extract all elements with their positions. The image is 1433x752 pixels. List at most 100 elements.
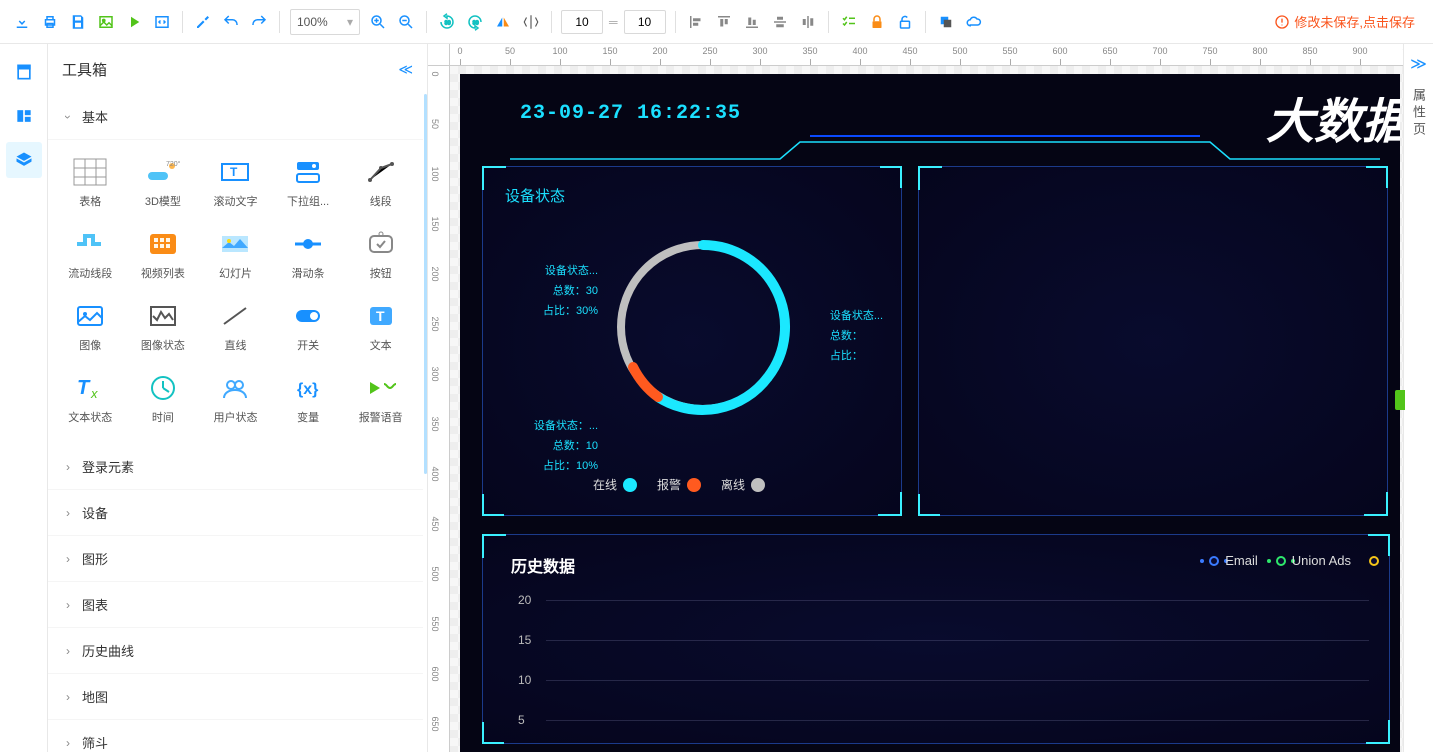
widget-icon xyxy=(218,227,252,261)
widget-文本状态[interactable]: Tx文本状态 xyxy=(54,362,127,434)
category-map[interactable]: ›地图 xyxy=(48,674,423,720)
widget-label: 直线 xyxy=(224,337,246,353)
widget-label: 滑动条 xyxy=(292,265,325,281)
align-center-v-icon[interactable] xyxy=(794,8,822,36)
width-input[interactable] xyxy=(561,10,603,34)
widget-icon xyxy=(364,371,398,405)
widget-图像状态[interactable]: 图像状态 xyxy=(127,290,200,362)
widget-icon xyxy=(364,227,398,261)
category-login[interactable]: ›登录元素 xyxy=(48,444,423,490)
widget-报警语音[interactable]: 报警语音 xyxy=(344,362,417,434)
canvas-inner[interactable]: 23-09-27 16:22:35 大数据 设备状态 设备状态...总数：30占… xyxy=(450,66,1403,752)
undo-icon[interactable] xyxy=(217,8,245,36)
widget-icon xyxy=(291,155,325,189)
category-device[interactable]: ›设备 xyxy=(48,490,423,536)
checklist-icon[interactable] xyxy=(835,8,863,36)
zoom-out-icon[interactable] xyxy=(392,8,420,36)
ruler-vertical: 0501001502002503003504004505005506006507… xyxy=(428,66,450,752)
right-tab-handle[interactable] xyxy=(1395,390,1405,410)
flip-v-icon[interactable] xyxy=(517,8,545,36)
widget-用户状态[interactable]: 用户状态 xyxy=(199,362,272,434)
cloud-icon[interactable] xyxy=(960,8,988,36)
brush-icon[interactable] xyxy=(189,8,217,36)
play-icon[interactable] xyxy=(120,8,148,36)
category-shape[interactable]: ›图形 xyxy=(48,536,423,582)
widget-直线[interactable]: 直线 xyxy=(199,290,272,362)
collapse-left-icon[interactable]: ≪ xyxy=(398,61,413,78)
category-more[interactable]: ›筛斗 xyxy=(48,720,423,752)
svg-text:90: 90 xyxy=(473,20,479,26)
save-warning[interactable]: 修改未保存,点击保存 xyxy=(1274,12,1425,31)
widget-icon xyxy=(73,155,107,189)
rotate-ccw-icon[interactable]: 90 xyxy=(433,8,461,36)
widget-label: 下拉组... xyxy=(287,193,329,209)
panel1-title: 设备状态 xyxy=(505,185,565,206)
widget-滑动条[interactable]: 滑动条 xyxy=(272,218,345,290)
widget-幻灯片[interactable]: 幻灯片 xyxy=(199,218,272,290)
print-icon[interactable] xyxy=(36,8,64,36)
ruler-corner xyxy=(428,44,450,66)
image-icon[interactable] xyxy=(92,8,120,36)
dashboard-title: 大数据 xyxy=(1266,82,1400,152)
align-center-h-icon[interactable] xyxy=(766,8,794,36)
widget-按钮[interactable]: 按钮 xyxy=(344,218,417,290)
widget-线段[interactable]: 线段 xyxy=(344,146,417,218)
code-icon[interactable] xyxy=(148,8,176,36)
svg-text:T: T xyxy=(230,165,238,179)
widget-文本[interactable]: T文本 xyxy=(344,290,417,362)
svg-text:720°: 720° xyxy=(166,160,180,168)
widget-icon: 720° xyxy=(146,155,180,189)
widget-视频列表[interactable]: 视频列表 xyxy=(127,218,200,290)
widget-滚动文字[interactable]: T 滚动文字 xyxy=(199,146,272,218)
widget-变量[interactable]: {x}变量 xyxy=(272,362,345,434)
widget-图像[interactable]: 图像 xyxy=(54,290,127,362)
widget-3D模型[interactable]: 720°3D模型 xyxy=(127,146,200,218)
rotate-cw-icon[interactable]: 90 xyxy=(461,8,489,36)
empty-panel[interactable] xyxy=(918,166,1388,516)
history-title: 历史数据 xyxy=(511,553,575,577)
lock-icon[interactable] xyxy=(863,8,891,36)
widget-流动线段[interactable]: 流动线段 xyxy=(54,218,127,290)
category-chart[interactable]: ›图表 xyxy=(48,582,423,628)
layers-icon[interactable] xyxy=(932,8,960,36)
import-icon[interactable] xyxy=(8,8,36,36)
widget-label: 流动线段 xyxy=(68,265,112,281)
save-icon[interactable] xyxy=(64,8,92,36)
widget-label: 滚动文字 xyxy=(213,193,257,209)
design-stage[interactable]: 23-09-27 16:22:35 大数据 设备状态 设备状态...总数：30占… xyxy=(460,74,1400,752)
zoom-in-icon[interactable] xyxy=(364,8,392,36)
widget-开关[interactable]: 开关 xyxy=(272,290,345,362)
widget-下拉组...[interactable]: 下拉组... xyxy=(272,146,345,218)
widget-表格[interactable]: 表格 xyxy=(54,146,127,218)
right-panel-title: 属性页 xyxy=(1409,88,1428,139)
align-top-icon[interactable] xyxy=(710,8,738,36)
category-history[interactable]: ›历史曲线 xyxy=(48,628,423,674)
height-input[interactable] xyxy=(624,10,666,34)
redo-icon[interactable] xyxy=(245,8,273,36)
collapse-right-icon[interactable]: ≫ xyxy=(1410,54,1427,74)
rail-page-icon[interactable] xyxy=(6,54,42,90)
rail-components-icon[interactable] xyxy=(6,142,42,178)
align-left-icon[interactable] xyxy=(682,8,710,36)
widget-icon xyxy=(146,371,180,405)
zoom-select[interactable]: 100%▾ xyxy=(290,9,360,35)
flip-h-icon[interactable] xyxy=(489,8,517,36)
svg-text:{x}: {x} xyxy=(297,381,318,398)
unlock-icon[interactable] xyxy=(891,8,919,36)
rail-layout-icon[interactable] xyxy=(6,98,42,134)
canvas-area: 0501001502002503003504004505005506006507… xyxy=(428,44,1403,752)
device-status-panel[interactable]: 设备状态 设备状态...总数：30占比：30% 设备状态...总数：占比： 设备… xyxy=(482,166,902,516)
widget-icon xyxy=(73,227,107,261)
widget-icon xyxy=(291,227,325,261)
history-panel[interactable]: 历史数据 Email Union Ads 2015105 xyxy=(482,534,1390,744)
widget-icon: Tx xyxy=(73,371,107,405)
legend-dot-email xyxy=(1209,556,1219,566)
widget-icon xyxy=(146,299,180,333)
widget-label: 按钮 xyxy=(370,265,392,281)
align-bottom-icon[interactable] xyxy=(738,8,766,36)
widget-时间[interactable]: 时间 xyxy=(127,362,200,434)
scrollbar-track[interactable] xyxy=(424,94,427,474)
category-basic[interactable]: ›基本 xyxy=(48,94,423,140)
widget-label: 线段 xyxy=(370,193,392,209)
widget-label: 图像状态 xyxy=(141,337,185,353)
